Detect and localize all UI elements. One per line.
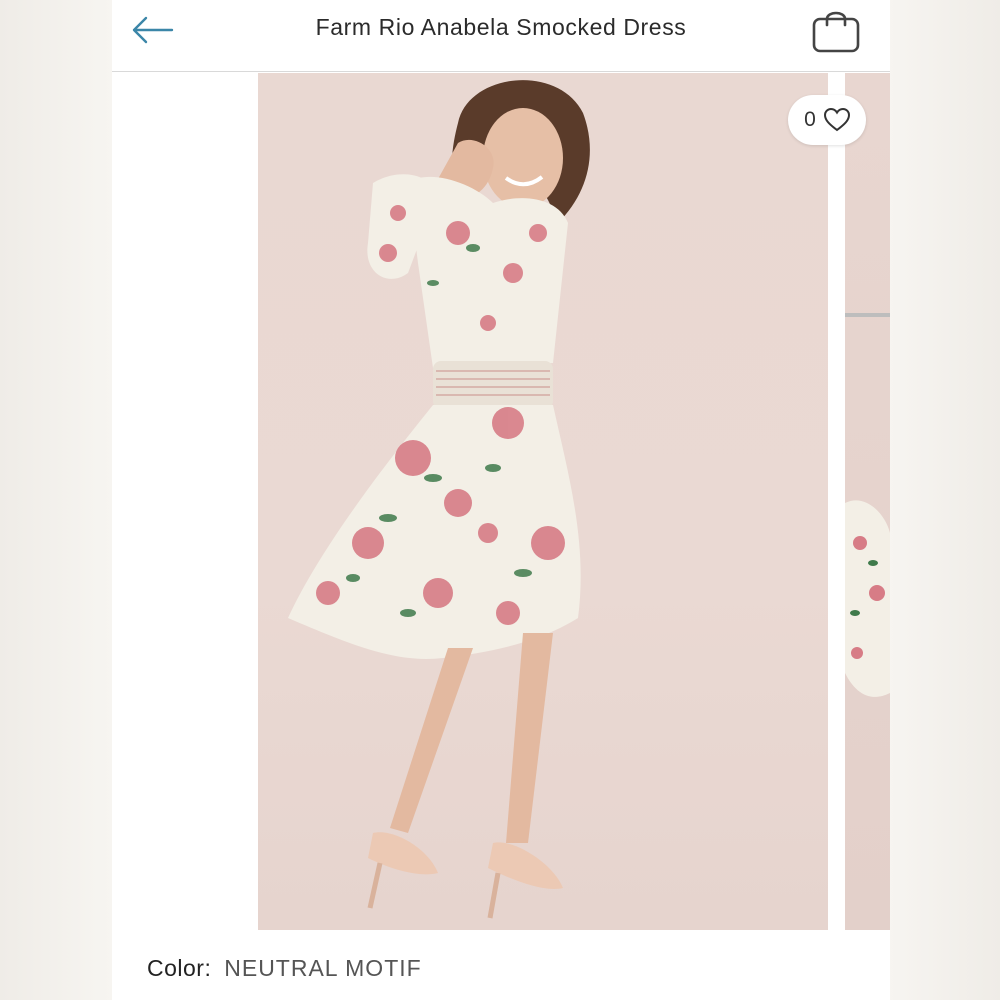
next-product-photo-peek[interactable]	[845, 73, 890, 930]
color-selection: Color: NEUTRAL MOTIF	[147, 955, 422, 982]
next-photo-preview	[845, 313, 890, 697]
shopping-bag-icon	[812, 11, 860, 53]
top-navigation-bar: Farm Rio Anabela Smocked Dress	[112, 0, 890, 72]
shopping-bag-button[interactable]	[808, 4, 864, 56]
favorite-button[interactable]: 0	[788, 95, 866, 145]
color-label: Color:	[147, 955, 212, 981]
page-title: Farm Rio Anabela Smocked Dress	[315, 14, 687, 40]
app-screen: Farm Rio Anabela Smocked Dress 0 Color: …	[112, 0, 890, 1000]
backdrop-right	[888, 0, 1000, 1000]
arrow-left-icon	[132, 16, 174, 44]
product-photo[interactable]	[258, 73, 828, 930]
product-image-carousel[interactable]: 0	[112, 73, 890, 930]
favorite-count: 0	[804, 108, 816, 131]
heart-outline-icon	[823, 108, 850, 132]
backdrop-left	[0, 0, 112, 1000]
model-photo	[288, 80, 590, 919]
back-button[interactable]	[126, 10, 178, 50]
color-value: NEUTRAL MOTIF	[224, 955, 422, 981]
